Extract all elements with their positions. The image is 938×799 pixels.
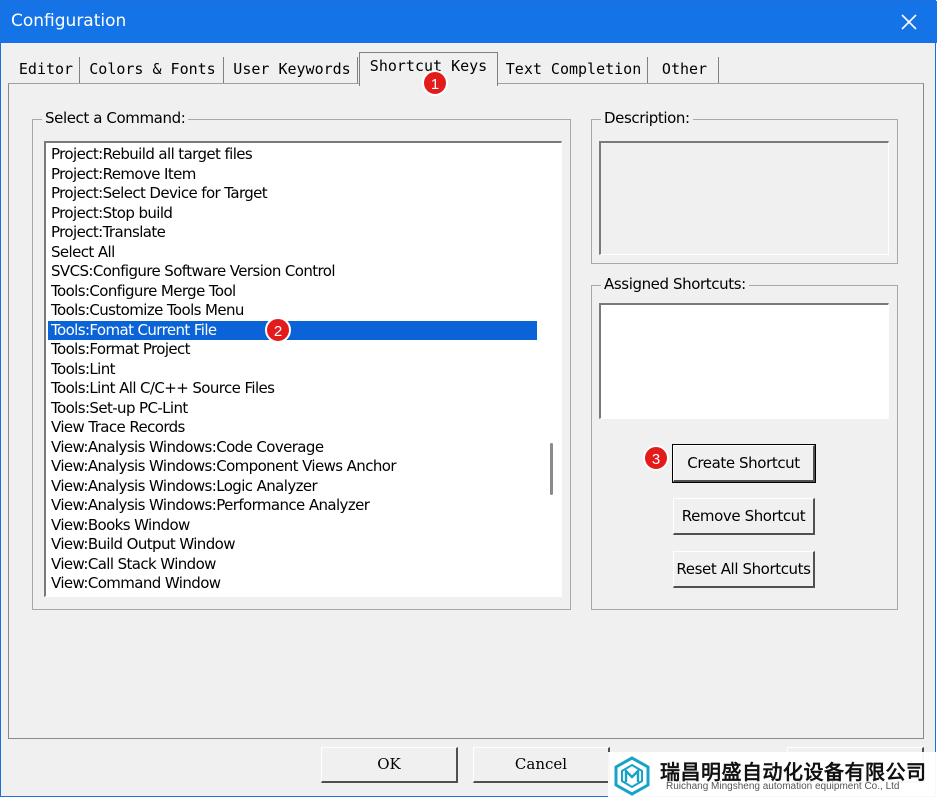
configuration-dialog: Configuration Editor Colors & Fonts User… [0, 0, 937, 797]
command-list[interactable]: Project:Rebuild all target files Project:… [44, 141, 562, 597]
list-item[interactable]: Tools:Configure Merge Tool [48, 282, 537, 302]
tab-label: Other [661, 60, 708, 78]
list-item[interactable]: SVCS:Configure Software Version Control [48, 262, 537, 282]
tab-other[interactable]: Other [651, 57, 719, 83]
company-watermark: 瑞昌明盛自动化设备有限公司 Ruichang Mingsheng automat… [608, 752, 938, 799]
list-item[interactable]: View:Analysis Windows:Logic Analyzer [48, 477, 537, 497]
list-item[interactable]: View:Analysis Windows:Code Coverage [48, 438, 537, 458]
list-item[interactable]: Tools:Set-up PC-Lint [48, 399, 537, 419]
list-item[interactable]: Project:Translate [48, 223, 537, 243]
description-box [599, 141, 889, 255]
tab-strip: Editor Colors & Fonts User Keywords Shor… [1, 43, 937, 86]
tab-editor[interactable]: Editor [13, 57, 80, 83]
reset-all-shortcuts-button[interactable]: Reset All Shortcuts [673, 551, 815, 588]
tab-label: User Keywords [233, 60, 351, 78]
ok-button[interactable]: OK [321, 747, 458, 783]
list-item[interactable]: Tools:Lint All C/C++ Source Files [48, 379, 537, 399]
annotation-badge-3: 3 [643, 445, 669, 471]
list-item[interactable]: Project:Remove Item [48, 165, 537, 185]
command-list-scrollbar[interactable] [550, 443, 553, 495]
list-item[interactable]: Project:Stop build [48, 204, 537, 224]
assigned-shortcuts-label: Assigned Shortcuts: [601, 275, 749, 293]
list-item[interactable]: Project:Select Device for Target [48, 184, 537, 204]
tab-text-completion[interactable]: Text Completion [500, 57, 648, 83]
watermark-company-en: Ruichang Mingsheng automation equipment … [666, 781, 900, 792]
list-item[interactable]: Select All [48, 243, 537, 263]
remove-shortcut-button[interactable]: Remove Shortcut [673, 498, 815, 535]
assigned-shortcuts-list[interactable] [599, 303, 889, 419]
annotation-badge-1: 1 [422, 70, 448, 96]
list-item[interactable]: View:Books Window [48, 516, 537, 536]
command-list-items: Project:Rebuild all target files Project:… [48, 145, 537, 597]
list-item[interactable]: View:Analysis Windows:Performance Analyz… [48, 496, 537, 516]
annotation-badge-2: 2 [265, 317, 291, 343]
list-item[interactable]: View:Build Output Window [48, 535, 537, 555]
list-item[interactable]: Project:Rebuild all target files [48, 145, 537, 165]
list-item[interactable]: View:Command Window [48, 574, 537, 594]
list-item[interactable]: Tools:Lint [48, 360, 537, 380]
tab-colors-fonts[interactable]: Colors & Fonts [82, 57, 224, 83]
create-shortcut-button[interactable]: Create Shortcut [672, 444, 816, 483]
tab-label: Text Completion [505, 60, 642, 78]
list-item[interactable]: View:Call Stack Window [48, 555, 537, 575]
company-logo-icon [614, 756, 650, 796]
select-command-label: Select a Command: [42, 109, 189, 127]
close-button[interactable] [881, 1, 937, 43]
title-bar[interactable]: Configuration [1, 1, 937, 43]
list-item[interactable]: Tools:Customize Tools Menu [48, 301, 537, 321]
description-label: Description: [601, 109, 693, 127]
close-icon [901, 14, 917, 30]
list-item[interactable]: View Trace Records [48, 418, 537, 438]
tab-user-keywords[interactable]: User Keywords [227, 57, 358, 83]
tab-label: Colors & Fonts [89, 60, 216, 78]
list-item[interactable]: View:Analysis Windows:Component Views An… [48, 457, 537, 477]
list-item[interactable]: Tools:Format Project [48, 340, 537, 360]
list-item-selected[interactable]: Tools:Fomat Current File [48, 320, 537, 340]
tab-label: Editor [18, 60, 74, 78]
cancel-button[interactable]: Cancel [473, 747, 610, 783]
window-title: Configuration [11, 11, 127, 31]
